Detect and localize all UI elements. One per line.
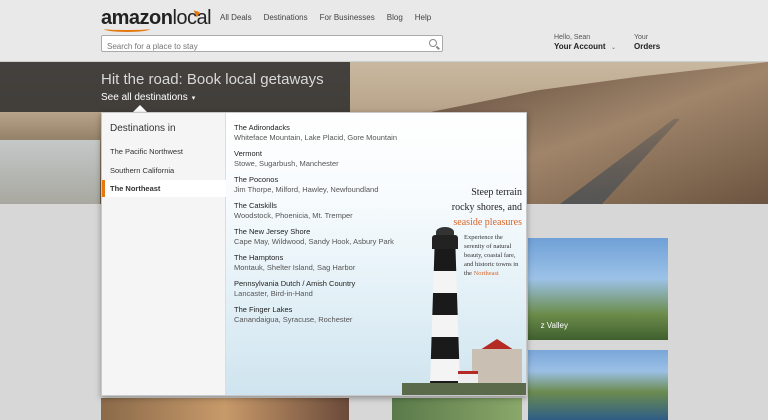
nav-help[interactable]: Help	[415, 13, 431, 22]
chevron-down-icon[interactable]: ⌄	[611, 44, 616, 51]
orders-link[interactable]: Your Orders	[634, 33, 660, 51]
ground-image	[402, 383, 526, 395]
destination-towns: Lancaster, Bird-in-Hand	[234, 289, 313, 298]
orders-top-text: Your	[634, 34, 649, 41]
nav-destinations[interactable]: Destinations	[264, 13, 308, 22]
sidebar-heading: Destinations in	[110, 123, 176, 134]
destination-tile-valley[interactable]: z Valley	[528, 238, 668, 340]
lighthouse-image	[430, 249, 460, 385]
promo-line-3: seaside pleasures	[453, 217, 522, 228]
account-greeting: Hello, Sean	[554, 34, 591, 41]
chevron-down-icon: ▾	[191, 95, 196, 102]
destination-list-panel: The Adirondacks Whiteface Mountain, Lake…	[226, 113, 526, 395]
search-box	[101, 35, 443, 54]
top-nav: All Deals Destinations For Businesses Bl…	[220, 13, 431, 22]
destination-name: The Poconos	[234, 175, 279, 184]
destination-item[interactable]: The Catskills Woodstock, Phoenicia, Mt. …	[234, 201, 353, 221]
account-menu[interactable]: Hello, Sean Your Account	[554, 33, 606, 51]
account-label: Your Account	[554, 42, 606, 51]
lighthouse-top-image	[432, 235, 458, 249]
promo-body: Experience the serenity of natural beaut…	[464, 233, 524, 278]
destination-item[interactable]: The New Jersey Shore Cape May, Wildwood,…	[234, 227, 394, 247]
dropdown-caret	[133, 105, 147, 112]
nav-all-deals[interactable]: All Deals	[220, 13, 252, 22]
orders-label: Orders	[634, 42, 661, 51]
destination-name: The Adirondacks	[234, 123, 290, 132]
destination-name: Pennsylvania Dutch / Amish Country	[234, 279, 356, 288]
destinations-dropdown: Destinations in The Pacific Northwest So…	[101, 112, 527, 396]
destination-towns: Woodstock, Phoenicia, Mt. Tremper	[234, 211, 353, 220]
see-all-destinations-link[interactable]: See all destinations ▾	[101, 92, 195, 103]
destination-name: Vermont	[234, 149, 262, 158]
destination-item[interactable]: Pennsylvania Dutch / Amish Country Lanca…	[234, 279, 355, 299]
destination-tile-middle[interactable]	[392, 398, 522, 420]
destination-item[interactable]: Vermont Stowe, Sugarbush, Manchester	[234, 149, 339, 169]
destination-item[interactable]: The Poconos Jim Thorpe, Milford, Hawley,…	[234, 175, 378, 195]
destination-towns: Stowe, Sugarbush, Manchester	[234, 159, 339, 168]
destination-name: The Catskills	[234, 201, 277, 210]
keeper-house-image	[472, 349, 522, 385]
destination-item[interactable]: The Adirondacks Whiteface Mountain, Lake…	[234, 123, 397, 143]
region-item-southern-california[interactable]: Southern California	[102, 162, 226, 179]
logo-light-text: local	[172, 7, 212, 29]
destination-name: The New Jersey Shore	[234, 227, 311, 236]
hero-sea-image	[0, 140, 100, 204]
site-header: amazonlocal All Deals Destinations For B…	[0, 0, 768, 62]
search-input[interactable]	[102, 39, 420, 54]
destination-name: The Hamptons	[234, 253, 284, 262]
destination-item[interactable]: The Hamptons Montauk, Shelter Island, Sa…	[234, 253, 355, 273]
region-item-pacific-northwest[interactable]: The Pacific Northwest	[102, 143, 226, 160]
tile-caption: z Valley	[540, 321, 568, 330]
see-all-label: See all destinations	[101, 92, 188, 103]
destination-towns: Jim Thorpe, Milford, Hawley, Newfoundlan…	[234, 185, 379, 194]
destination-tile-coast[interactable]	[528, 350, 668, 420]
promo-body-accent[interactable]: Northeast	[474, 270, 499, 277]
logo-smile-icon	[104, 26, 150, 32]
destination-towns: Cape May, Wildwood, Sandy Hook, Asbury P…	[234, 237, 394, 246]
nav-for-businesses[interactable]: For Businesses	[320, 13, 375, 22]
destination-towns: Montauk, Shelter Island, Sag Harbor	[234, 263, 356, 272]
promo-line-2: rocky shores, and	[451, 202, 522, 213]
destination-name: The Finger Lakes	[234, 305, 293, 314]
promo-headline: Steep terrain rocky shores, and seaside …	[402, 185, 522, 230]
hero-title: Hit the road: Book local getaways	[101, 71, 324, 88]
region-item-northeast[interactable]: The Northeast	[102, 180, 227, 197]
destination-towns: Canandaigua, Syracuse, Rochester	[234, 315, 353, 324]
nav-blog[interactable]: Blog	[387, 13, 403, 22]
destination-tile-left[interactable]	[101, 398, 349, 420]
destination-item[interactable]: The Finger Lakes Canandaigua, Syracuse, …	[234, 305, 352, 325]
search-icon[interactable]	[429, 39, 437, 47]
region-sidebar: Destinations in The Pacific Northwest So…	[102, 113, 227, 395]
destination-towns: Whiteface Mountain, Lake Placid, Gore Mo…	[234, 133, 398, 142]
promo-line-1: Steep terrain	[471, 187, 522, 198]
